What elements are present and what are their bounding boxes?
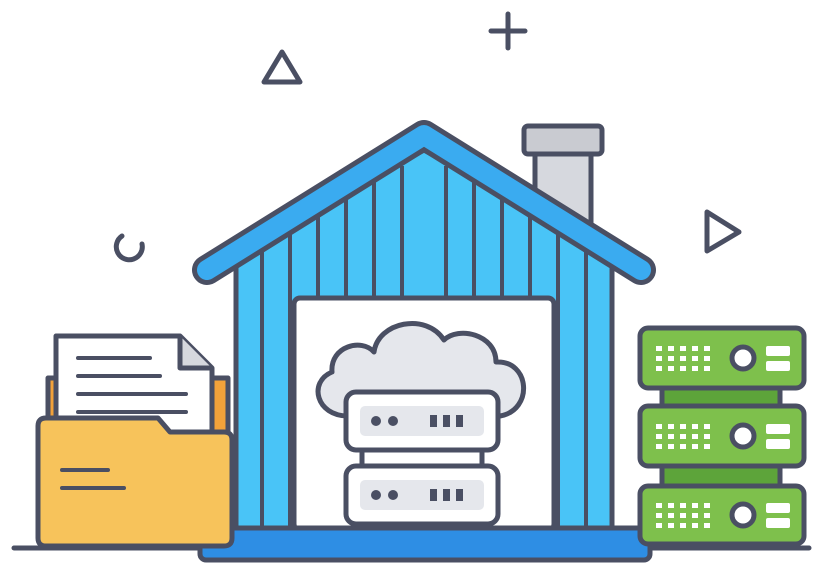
house-base xyxy=(197,525,653,563)
play-triangle-icon xyxy=(704,209,742,254)
server-rack-icon xyxy=(637,325,807,547)
folder-with-document-icon xyxy=(35,333,235,549)
illustration xyxy=(0,0,823,566)
server-unit xyxy=(343,463,501,527)
server-rack-unit xyxy=(637,403,807,469)
server-unit xyxy=(343,389,501,453)
server-rack-unit xyxy=(637,325,807,391)
ring-icon xyxy=(113,233,145,263)
server-rack-unit xyxy=(637,483,807,547)
cloud-server-icon xyxy=(315,321,527,527)
triangle-icon xyxy=(261,49,303,85)
plus-icon xyxy=(488,11,528,51)
